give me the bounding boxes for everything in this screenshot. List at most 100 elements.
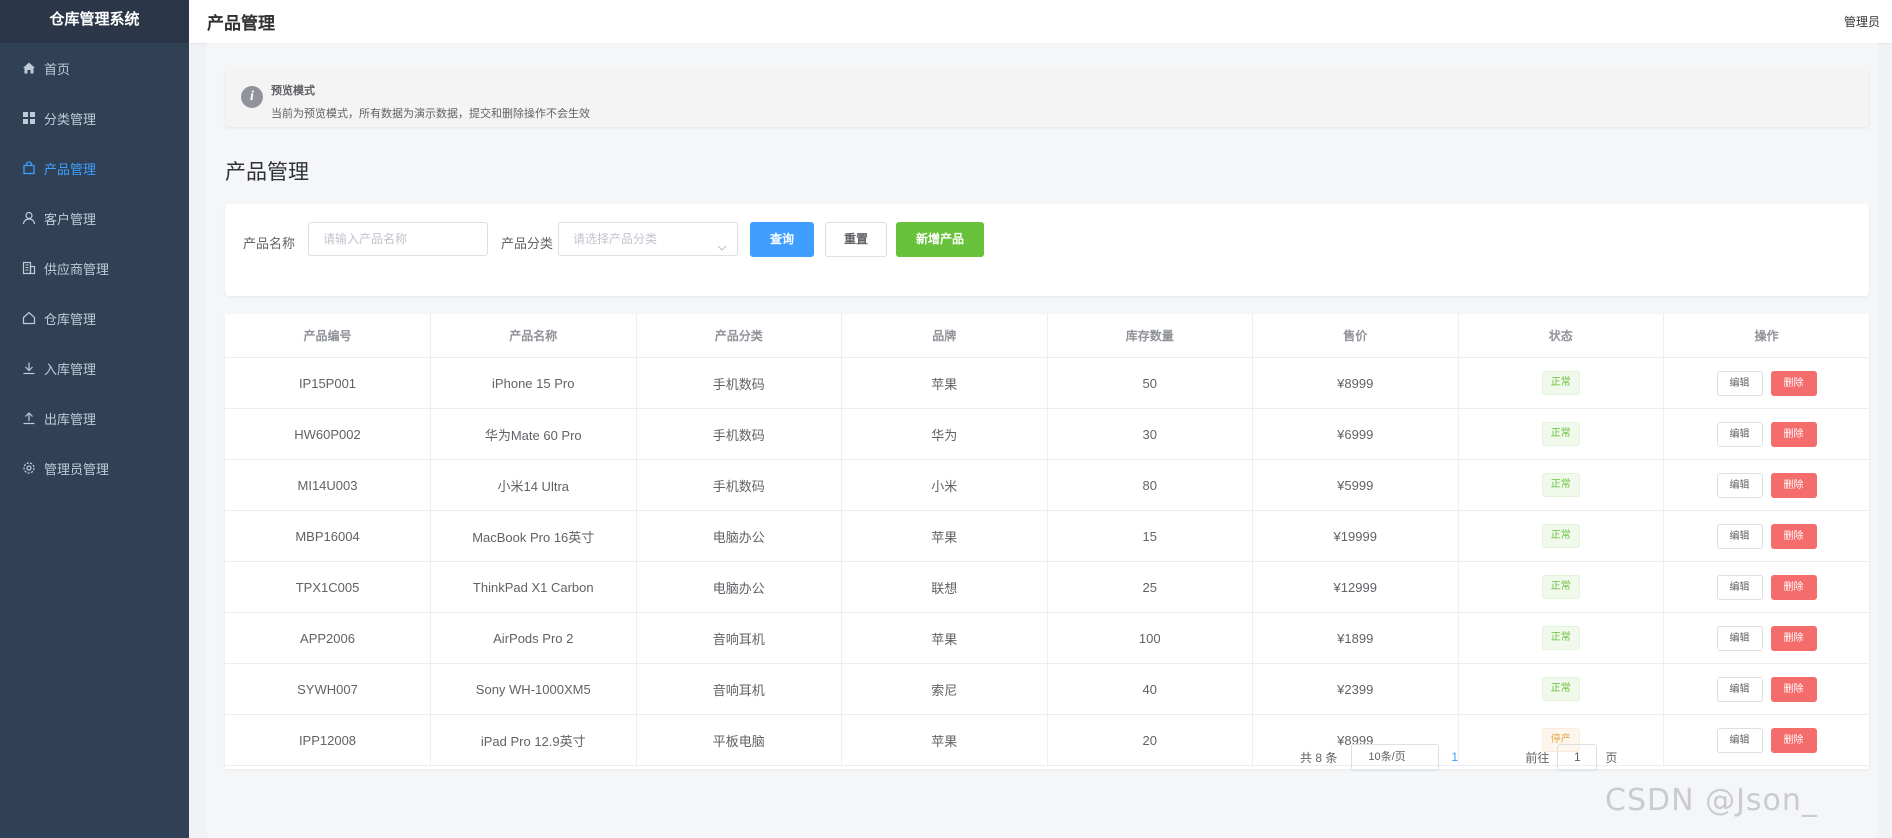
cell-actions: 编辑 删除 xyxy=(1663,612,1869,664)
cell-status: 正常 xyxy=(1458,663,1664,715)
cell-category: 平板电脑 xyxy=(636,714,842,766)
sidebar-item-5[interactable]: 供应商管理 xyxy=(0,243,189,293)
cell-stock: 15 xyxy=(1047,510,1253,562)
sidebar-item-4[interactable]: 客户管理 xyxy=(0,193,189,243)
cell-brand: 苹果 xyxy=(841,612,1048,664)
alert-description: 当前为预览模式，所有数据为演示数据，提交和删除操作不会生效 xyxy=(271,108,590,120)
cell-category: 手机数码 xyxy=(636,357,842,409)
status-badge: 正常 xyxy=(1541,626,1580,650)
edit-button[interactable]: 编辑 xyxy=(1716,676,1763,702)
pager-current[interactable]: 1 xyxy=(1451,750,1501,764)
sidebar-item-1[interactable]: 首页 xyxy=(0,43,189,93)
delete-button[interactable]: 删除 xyxy=(1770,727,1817,753)
sidebar-item-7[interactable]: 入库管理 xyxy=(0,343,189,393)
column-header: 售价 xyxy=(1252,314,1459,358)
gear-icon xyxy=(22,461,36,475)
cell-code: MBP16004 xyxy=(225,510,431,562)
edit-button[interactable]: 编辑 xyxy=(1716,625,1763,651)
sidebar-item-6[interactable]: 仓库管理 xyxy=(0,293,189,343)
cell-code: MI14U003 xyxy=(225,459,431,511)
sidebar-item-2[interactable]: 分类管理 xyxy=(0,93,189,143)
table-row: IPP12008 iPad Pro 12.9英寸 平板电脑 苹果 20 ¥8999 停产 编辑… xyxy=(225,714,1869,766)
cell-category: 电脑办公 xyxy=(636,510,842,562)
cell-category: 电脑办公 xyxy=(636,561,842,613)
add-product-button[interactable]: 新增产品 xyxy=(896,222,984,257)
delete-button[interactable]: 删除 xyxy=(1770,472,1817,498)
user-menu[interactable]: 管理员 xyxy=(1844,13,1892,30)
cell-actions: 编辑 删除 xyxy=(1663,663,1869,715)
pagination-total: 共 8 条 xyxy=(1300,750,1338,765)
product-name-input[interactable] xyxy=(308,222,488,256)
sidebar-item-8[interactable]: 出库管理 xyxy=(0,393,189,443)
cell-name: iPhone 15 Pro xyxy=(430,357,637,409)
status-badge: 正常 xyxy=(1541,473,1580,497)
edit-button[interactable]: 编辑 xyxy=(1716,574,1763,600)
sidebar-item-3[interactable]: 产品管理 xyxy=(0,143,189,193)
header-title: 产品管理 xyxy=(207,14,275,33)
cell-status: 正常 xyxy=(1458,459,1664,511)
cell-actions: 编辑 删除 xyxy=(1663,459,1869,511)
page-suffix: 页 xyxy=(1605,750,1618,765)
upload-icon xyxy=(22,411,36,425)
download-icon xyxy=(22,361,36,375)
edit-button[interactable]: 编辑 xyxy=(1716,523,1763,549)
product-name-label: 产品名称 xyxy=(243,236,296,251)
cell-category: 音响耳机 xyxy=(636,612,842,664)
sidebar-item-9[interactable]: 管理员管理 xyxy=(0,443,189,493)
table-body: IP15P001 iPhone 15 Pro 手机数码 苹果 50 ¥8999 正常 编辑 删除… xyxy=(225,357,1869,766)
page-size-select[interactable]: 10条/页 xyxy=(1351,743,1440,771)
sidebar-item-label: 出库管理 xyxy=(44,411,97,427)
cell-name: AirPods Pro 2 xyxy=(430,612,637,664)
cell-code: IPP12008 xyxy=(225,714,431,766)
cell-stock: 80 xyxy=(1047,459,1253,511)
edit-button[interactable]: 编辑 xyxy=(1716,370,1763,396)
pagination: 共 8 条 10条/页 1 前往 1 页 xyxy=(1300,743,1617,771)
cell-brand: 联想 xyxy=(841,561,1048,613)
delete-button[interactable]: 删除 xyxy=(1770,370,1817,396)
sidebar: 仓库管理系统 首页 分类管理 产品管理 客户管理 供应商管理 仓库管理 入库管理 出库管理 管理… xyxy=(0,0,189,838)
info-icon: i xyxy=(241,86,263,108)
product-table-card: 产品编号 产品名称 产品分类 品牌 库存数量 售价 状态 操作 IP15P001 iPhone … xyxy=(225,314,1869,769)
preview-alert: i 预览模式 当前为预览模式，所有数据为演示数据，提交和删除操作不会生效 xyxy=(225,71,1869,127)
cell-price: ¥19999 xyxy=(1252,510,1459,562)
cell-price: ¥5999 xyxy=(1252,459,1459,511)
product-category-label: 产品分类 xyxy=(501,236,554,251)
delete-button[interactable]: 删除 xyxy=(1770,625,1817,651)
cell-status: 正常 xyxy=(1458,408,1664,460)
edit-button[interactable]: 编辑 xyxy=(1716,421,1763,447)
column-header: 产品分类 xyxy=(636,314,842,358)
cell-brand: 苹果 xyxy=(841,510,1048,562)
sidebar-item-label: 供应商管理 xyxy=(44,261,110,277)
query-button[interactable]: 查询 xyxy=(750,222,814,257)
cell-price: ¥12999 xyxy=(1252,561,1459,613)
cell-status: 正常 xyxy=(1458,561,1664,613)
delete-button[interactable]: 删除 xyxy=(1770,676,1817,702)
delete-button[interactable]: 删除 xyxy=(1770,421,1817,447)
home-icon xyxy=(22,61,36,75)
cell-stock: 100 xyxy=(1047,612,1253,664)
reset-button[interactable]: 重置 xyxy=(825,222,887,257)
sidebar-item-label: 产品管理 xyxy=(44,161,97,177)
column-header: 产品名称 xyxy=(430,314,637,358)
alert-title: 预览模式 xyxy=(271,85,315,97)
delete-button[interactable]: 删除 xyxy=(1770,574,1817,600)
cell-price: ¥1899 xyxy=(1252,612,1459,664)
cell-actions: 编辑 删除 xyxy=(1663,561,1869,613)
cell-status: 正常 xyxy=(1458,612,1664,664)
edit-button[interactable]: 编辑 xyxy=(1716,472,1763,498)
table-row: TPX1C005 ThinkPad X1 Carbon 电脑办公 联想 25 ¥12999… xyxy=(225,561,1869,613)
cell-brand: 索尼 xyxy=(841,663,1048,715)
status-badge: 正常 xyxy=(1541,422,1580,446)
main-content: i 预览模式 当前为预览模式，所有数据为演示数据，提交和删除操作不会生效 产品管… xyxy=(207,43,1877,838)
cell-brand: 苹果 xyxy=(841,714,1048,766)
bag-icon xyxy=(22,161,36,175)
grid-icon xyxy=(22,111,36,125)
top-header: 产品管理 管理员 xyxy=(189,0,1892,44)
column-header: 操作 xyxy=(1663,314,1869,358)
cell-price: ¥6999 xyxy=(1252,408,1459,460)
delete-button[interactable]: 删除 xyxy=(1770,523,1817,549)
cell-name: MacBook Pro 16英寸 xyxy=(430,510,637,562)
edit-button[interactable]: 编辑 xyxy=(1716,727,1763,753)
product-category-select[interactable]: 请选择产品分类 xyxy=(558,222,738,256)
goto-page-input[interactable]: 1 xyxy=(1557,743,1598,771)
